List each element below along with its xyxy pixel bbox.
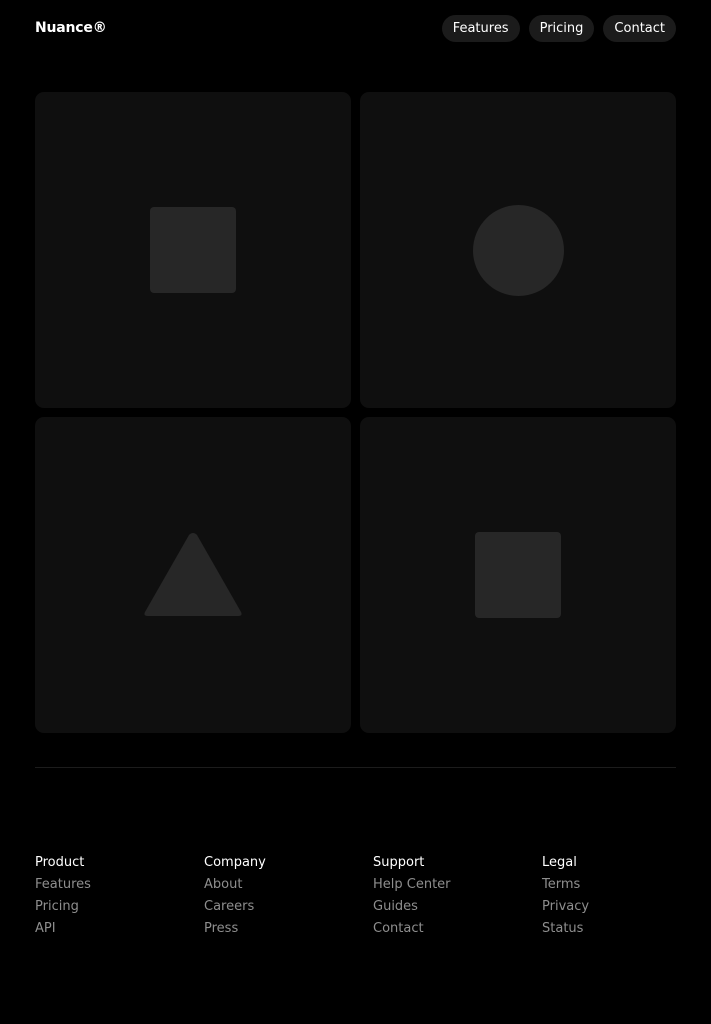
footer-column-product: Product Features Pricing API bbox=[35, 854, 204, 942]
footer-heading: Support bbox=[373, 855, 425, 870]
footer-link[interactable]: Contact bbox=[373, 920, 542, 942]
footer-column-company: Company About Careers Press bbox=[204, 854, 373, 942]
footer-link[interactable]: About bbox=[204, 876, 373, 898]
square-icon bbox=[475, 532, 561, 618]
nav-contact-button[interactable]: Contact bbox=[603, 14, 676, 42]
footer-link[interactable]: Guides bbox=[373, 898, 542, 920]
feature-grid bbox=[35, 92, 676, 733]
footer-heading: Product bbox=[35, 855, 85, 870]
footer-heading: Legal bbox=[542, 855, 577, 870]
footer-heading: Company bbox=[204, 855, 266, 870]
feature-tile[interactable] bbox=[35, 92, 351, 408]
top-nav: Features Pricing Contact bbox=[441, 14, 676, 42]
footer-link[interactable]: Terms bbox=[542, 876, 676, 898]
footer-link[interactable]: API bbox=[35, 920, 204, 942]
circle-icon bbox=[472, 204, 564, 296]
footer-link[interactable]: Pricing bbox=[35, 898, 204, 920]
footer-column-support: Support Help Center Guides Contact bbox=[373, 854, 542, 942]
feature-tile[interactable] bbox=[35, 417, 351, 733]
footer-column-legal: Legal Terms Privacy Status bbox=[542, 854, 676, 942]
nav-pricing-button[interactable]: Pricing bbox=[528, 14, 595, 42]
feature-tile[interactable] bbox=[360, 417, 676, 733]
footer-link[interactable]: Help Center bbox=[373, 876, 542, 898]
site-header: Nuance® Features Pricing Contact bbox=[35, 14, 676, 42]
square-icon bbox=[150, 207, 236, 293]
footer-link[interactable]: Features bbox=[35, 876, 204, 898]
site-footer: Product Features Pricing API Company Abo… bbox=[35, 854, 676, 942]
logo[interactable]: Nuance® bbox=[35, 20, 107, 36]
footer-link[interactable]: Privacy bbox=[542, 898, 676, 920]
nav-features-button[interactable]: Features bbox=[441, 14, 520, 42]
footer-link[interactable]: Status bbox=[542, 920, 676, 942]
triangle-icon bbox=[144, 533, 242, 616]
feature-tile[interactable] bbox=[360, 92, 676, 408]
footer-link[interactable]: Press bbox=[204, 920, 373, 942]
footer-divider bbox=[35, 767, 676, 768]
footer-link[interactable]: Careers bbox=[204, 898, 373, 920]
